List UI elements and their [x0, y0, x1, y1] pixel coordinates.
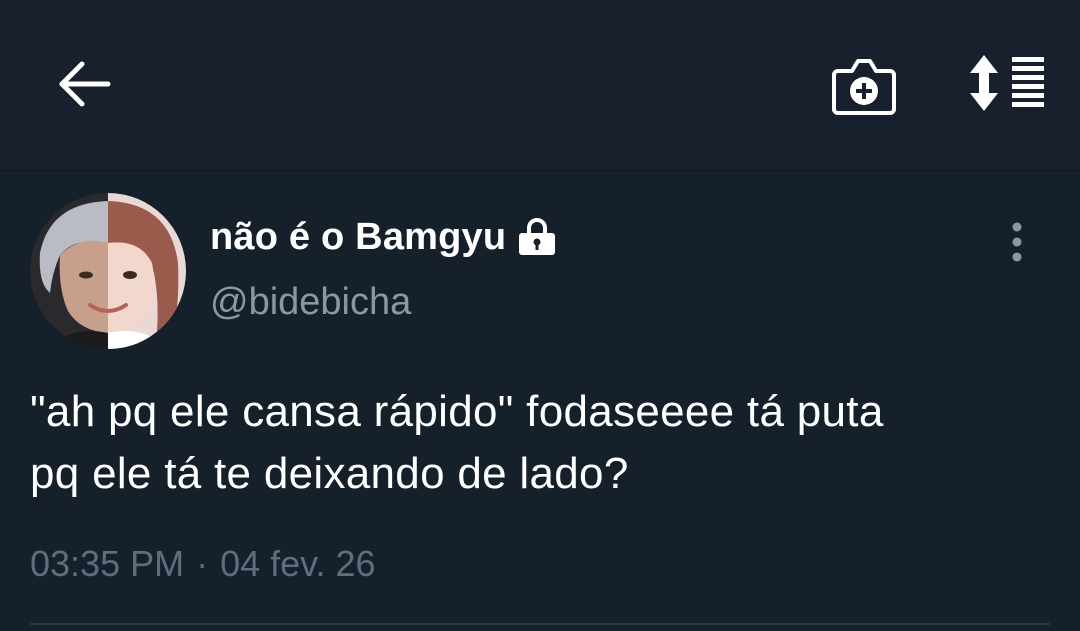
tweet-text-line: pq ele tá te deixando de lado?: [30, 449, 629, 498]
user-handle[interactable]: @bidebicha: [210, 281, 411, 324]
back-button[interactable]: [52, 56, 116, 116]
timestamp-separator: ·: [196, 543, 209, 584]
tweet-time: 03:35 PM: [30, 543, 185, 584]
top-app-bar: [0, 0, 1080, 171]
sort-list-icon: [968, 53, 1048, 118]
tweet-text-line: "ah pq ele cansa rápido" fodaseeee tá pu…: [30, 387, 884, 436]
tweet-detail: não é o Bamgyu @bidebicha "ah pq ele can…: [0, 171, 1080, 631]
display-name-row: não é o Bamgyu: [210, 215, 558, 259]
vertical-dots-icon: [1010, 222, 1024, 267]
timestamp: 03:35 PM · 04 fev. 26: [30, 543, 376, 585]
lock-icon: [516, 217, 558, 257]
avatar[interactable]: [30, 193, 186, 349]
divider: [30, 623, 1050, 625]
tweet-text: "ah pq ele cansa rápido" fodaseeee tá pu…: [30, 381, 1060, 505]
camera-plus-icon: [832, 55, 896, 120]
arrow-left-icon: [56, 59, 112, 114]
sort-button[interactable]: [962, 50, 1054, 120]
more-options-button[interactable]: [996, 221, 1038, 267]
display-name[interactable]: não é o Bamgyu: [210, 216, 506, 259]
camera-button[interactable]: [826, 52, 902, 122]
tweet-date: 04 fev. 26: [220, 543, 376, 584]
